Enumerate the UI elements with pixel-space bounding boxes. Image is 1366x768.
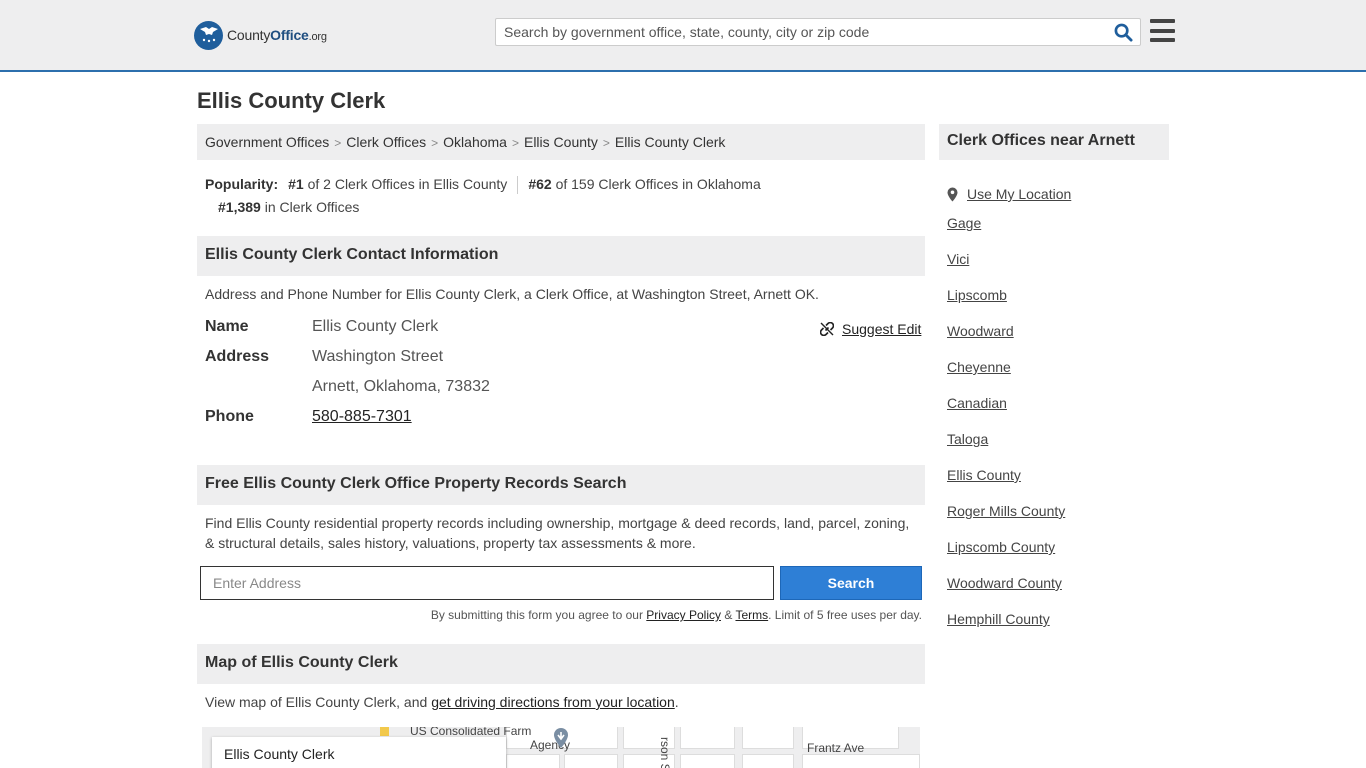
terms-amp: & [724,608,733,622]
breadcrumb-clerk-offices[interactable]: Clerk Offices [346,134,426,150]
sidebar-item-taloga[interactable]: Taloga [947,431,988,447]
privacy-policy-link[interactable]: Privacy Policy [646,608,721,622]
map-block [742,727,794,749]
address-line1: Washington Street [312,348,444,365]
driving-directions-link[interactable]: get driving directions from your locatio… [431,694,675,710]
sidebar-heading: Clerk Offices near Arnett [939,124,1169,160]
address-line2: Arnett, Oklahoma, 73832 [312,378,490,395]
breadcrumb-separator-icon: > [511,136,519,150]
property-heading: Free Ellis County Clerk Office Property … [197,465,925,505]
breadcrumb-ellis-county[interactable]: Ellis County [524,134,598,150]
suggest-edit-link[interactable]: Suggest Edit [842,321,921,337]
sidebar-item-ellis-county[interactable]: Ellis County [947,467,1021,483]
name-value: Ellis County Clerk [312,318,439,335]
sidebar-item-woodward[interactable]: Woodward [947,323,1014,339]
breadcrumb-current: Ellis County Clerk [614,134,726,150]
rank-county: #1 [288,176,304,192]
map-description-prefix: View map of Ellis County Clerk, and [205,694,428,710]
map-heading: Map of Ellis County Clerk [197,644,925,684]
map-block [680,727,735,749]
rank-state: #62 [528,176,552,192]
map-location-label: Ellis County Clerk [212,737,506,768]
location-pin-icon [947,187,958,201]
use-location-item: Use My Location [947,176,1167,212]
search-icon[interactable] [1114,23,1133,42]
popularity-info: Popularity: #1 of 2 Clerk Offices in Elli… [205,173,925,219]
name-label: Name [205,318,249,335]
phone-label: Phone [205,408,254,425]
address-input-placeholder: Enter Address [213,575,301,591]
site-search-box [495,18,1141,46]
property-search-button[interactable]: Search [780,566,922,600]
rank-county-text: of 2 Clerk Offices in Ellis County [307,176,508,192]
eagle-icon [194,20,223,50]
logo-text: CountyOffice.org [227,27,327,43]
rank-national-text: in Clerk Offices [264,199,360,215]
site-search-input[interactable] [496,19,1096,45]
map-block [506,754,560,768]
map[interactable]: US Consolidated Farm Agency Frantz Ave r… [202,727,920,768]
terms-prefix: By submitting this form you agree to our [430,608,643,622]
terms-suffix: . Limit of 5 free uses per day. [768,608,922,622]
rank-national: #1,389 [218,199,261,215]
map-block [742,754,794,768]
sidebar-item-gage[interactable]: Gage [947,215,981,231]
map-block [680,754,735,768]
map-block [802,754,920,768]
sidebar-item-woodward-county[interactable]: Woodward County [947,575,1062,591]
sidebar-list: Use My Location Gage Vici Lipscomb Woodw… [947,176,1167,644]
use-my-location-link[interactable]: Use My Location [967,183,1071,205]
address-label: Address [205,348,270,365]
property-description: Find Ellis County residential property r… [205,515,910,551]
terms-link[interactable]: Terms [735,608,768,622]
sidebar-item-lipscomb-county[interactable]: Lipscomb County [947,539,1055,555]
map-block [564,754,618,768]
sidebar-item-roger-mills-county[interactable]: Roger Mills County [947,503,1065,519]
map-description-suffix: . [674,694,679,710]
map-street-label: Frantz Ave [807,741,865,755]
popularity-label: Popularity: [205,176,279,192]
phone-link[interactable]: 580-885-7301 [312,408,412,425]
terms-notice: By submitting this form you agree to our… [205,608,922,622]
suggest-edit[interactable]: Suggest Edit [820,321,921,337]
sidebar-item-lipscomb[interactable]: Lipscomb [947,287,1007,303]
site-header: CountyOffice.org [0,0,1366,72]
map-road-marker [380,727,389,736]
contact-description: Address and Phone Number for Ellis Count… [205,286,819,302]
sidebar-item-hemphill-county[interactable]: Hemphill County [947,611,1050,627]
breadcrumb: Government Offices > Clerk Offices > Oklahom… [197,124,925,160]
page-title: Ellis County Clerk [197,88,386,113]
site-logo[interactable]: CountyOffice.org [194,20,327,50]
map-street-label-2: rson St [658,737,672,768]
map-description: View map of Ellis County Clerk, and get … [205,692,917,712]
sidebar-item-canadian[interactable]: Canadian [947,395,1007,411]
map-poi-pin-icon [554,728,568,748]
breadcrumb-separator-icon: > [602,136,610,150]
breadcrumb-separator-icon: > [334,136,342,150]
contact-heading: Ellis County Clerk Contact Information [197,236,925,276]
divider [517,176,519,195]
breadcrumb-separator-icon: > [431,136,439,150]
hamburger-menu-icon[interactable] [1150,19,1175,42]
sidebar-item-cheyenne[interactable]: Cheyenne [947,359,1011,375]
sidebar-item-vici[interactable]: Vici [947,251,969,267]
edit-link-icon [820,322,834,336]
breadcrumb-oklahoma[interactable]: Oklahoma [443,134,507,150]
breadcrumb-government-offices[interactable]: Government Offices [205,134,329,150]
rank-state-text: of 159 Clerk Offices in Oklahoma [555,176,761,192]
address-input[interactable]: Enter Address [200,566,774,600]
